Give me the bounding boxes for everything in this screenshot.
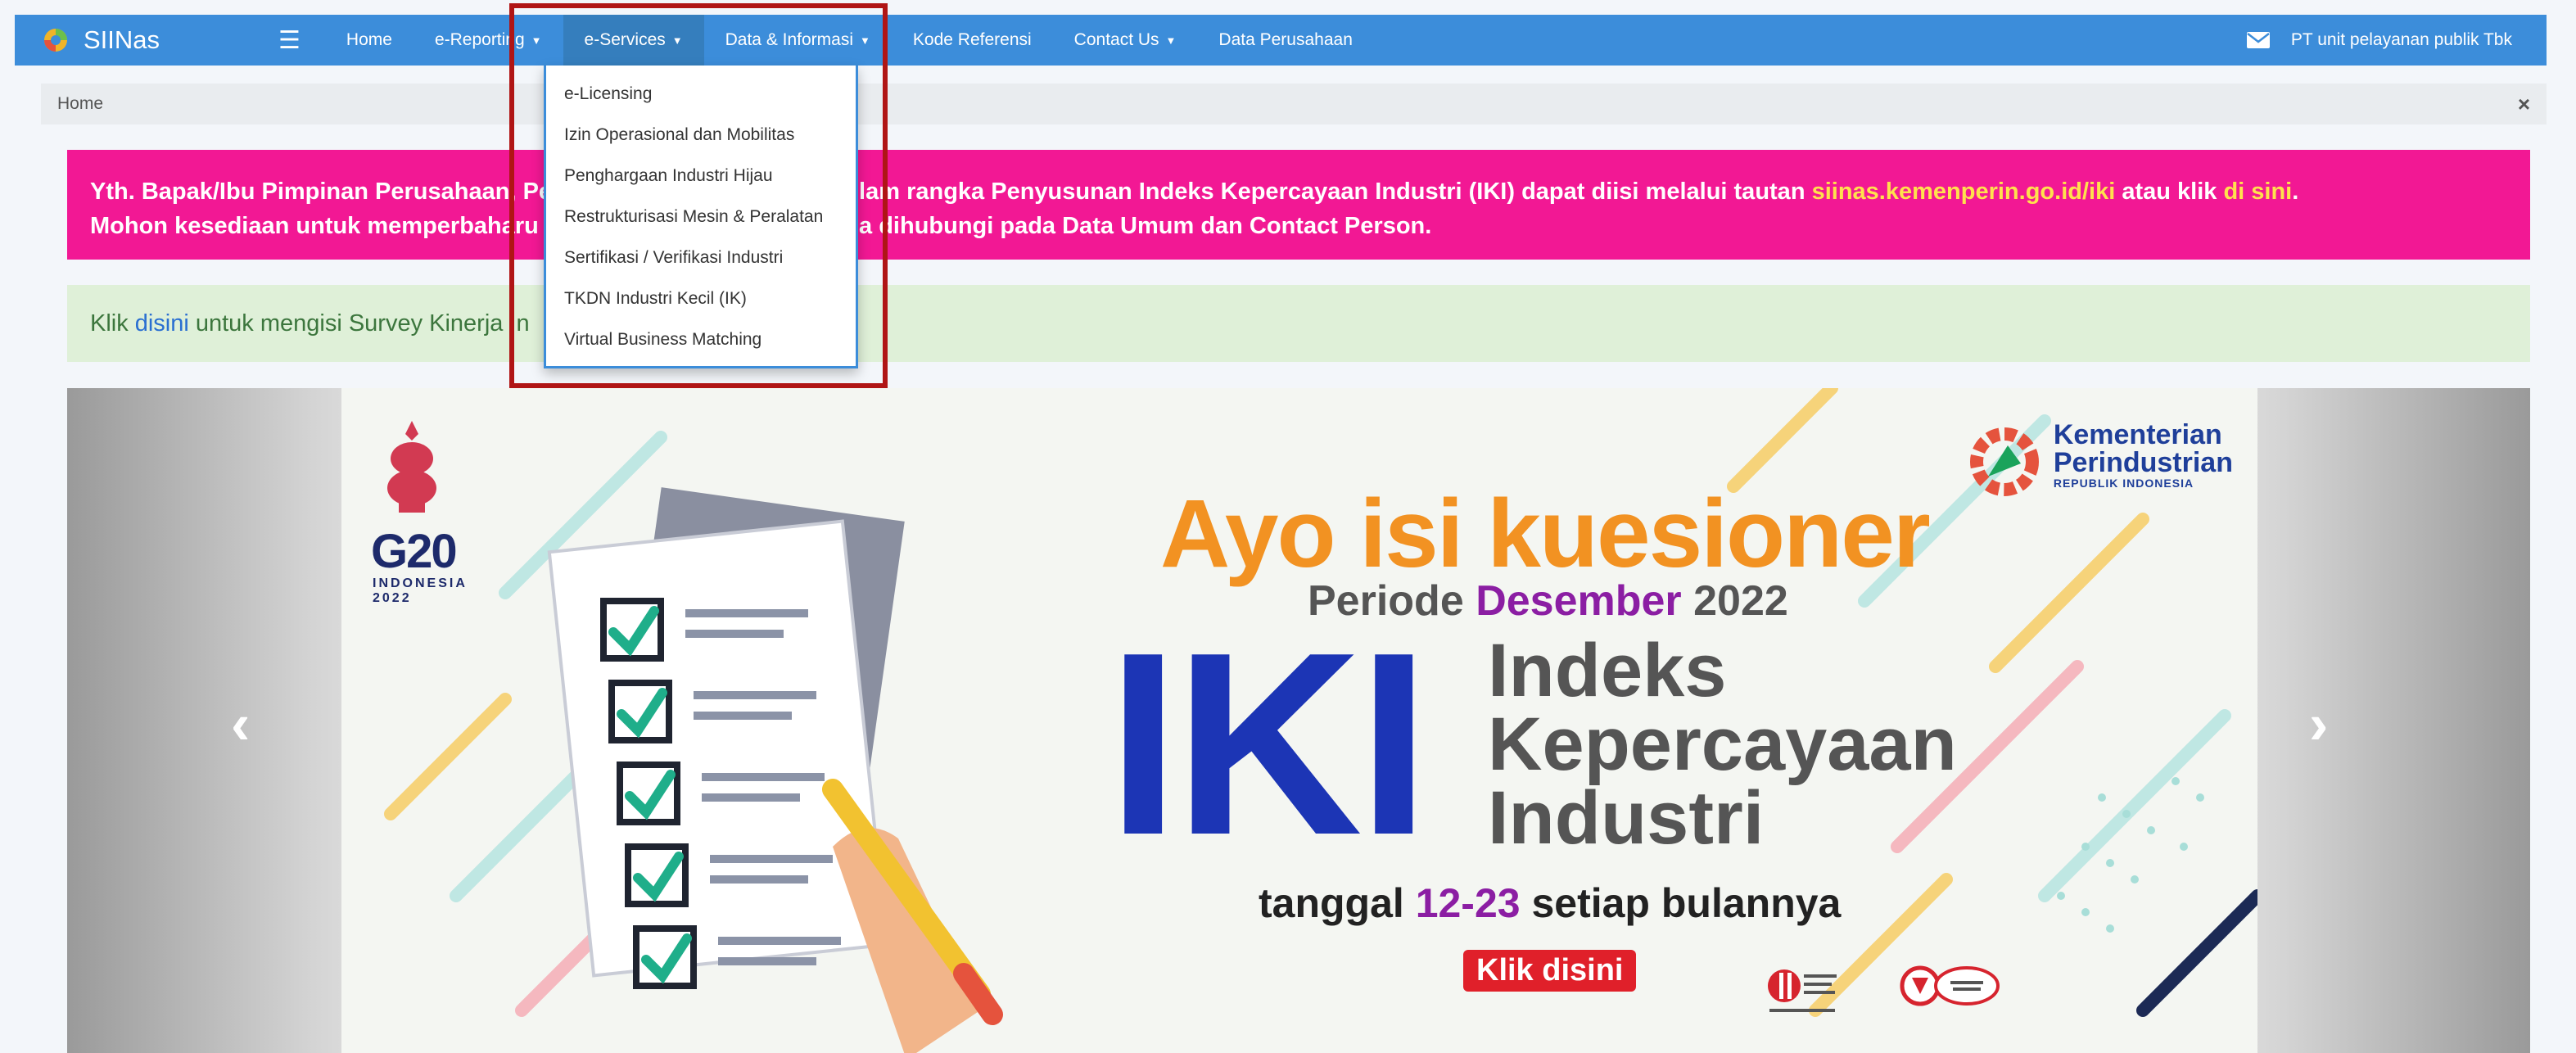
alert-text: atau klik xyxy=(2115,179,2224,205)
nav-data-perusahaan-label: Data Perusahaan xyxy=(1218,30,1353,49)
envelope-icon[interactable] xyxy=(2246,32,2270,48)
g20-title: G20 xyxy=(371,525,458,578)
klik-disini-button[interactable]: Klik disini xyxy=(1463,950,1637,992)
kemen-line-2: Perindustrian xyxy=(2053,447,2233,478)
g20-country: INDONESIA xyxy=(373,576,468,590)
gear-icon xyxy=(1969,427,2039,496)
hamburger-icon[interactable]: ☰ xyxy=(278,26,301,55)
nav-e-services[interactable]: e-Services ▼ xyxy=(563,15,704,66)
nav-data-perusahaan[interactable]: Data Perusahaan xyxy=(1197,15,1373,66)
dropdown-item-e-licensing[interactable]: e-Licensing xyxy=(546,74,856,115)
close-icon[interactable]: × xyxy=(2518,92,2530,117)
alert-text: sa dihubungi pada Data Umum dan Contact … xyxy=(845,213,1432,239)
caret-down-icon: ▼ xyxy=(860,34,870,47)
brand-title: SIINas xyxy=(84,25,160,54)
di-sini-link[interactable]: di sini xyxy=(2223,179,2292,205)
alert-line-1: Yth. Bapak/Ibu Pimpinan Perusahaan, Pe la… xyxy=(90,174,2507,209)
siin-logo-icon xyxy=(1768,969,1837,1012)
breadcrumb-home[interactable]: Home xyxy=(57,94,103,114)
periode-year: 2022 xyxy=(1681,577,1788,625)
nav-contact-us[interactable]: Contact Us ▼ xyxy=(1053,15,1198,66)
carousel-prev-button[interactable]: ‹ xyxy=(231,691,250,757)
survey-alert: Klik disini untuk mengisi Survey Kinerja… xyxy=(67,285,2530,362)
siinas-logo-icon xyxy=(44,29,67,52)
iki-word-2: Kepercayaan xyxy=(1488,703,1957,786)
kemen-line-1: Kementerian xyxy=(2053,419,2222,450)
nav-e-reporting[interactable]: e-Reporting ▼ xyxy=(414,15,563,66)
alert-text: lam rangka Penyusunan Indeks Kepercayaan… xyxy=(859,179,1812,205)
navbar: SIINas ☰ Home e-Reporting ▼ e-Services ▼… xyxy=(15,15,2547,66)
alert-text: . xyxy=(2292,179,2299,205)
breadcrumb: Home × xyxy=(41,84,2547,124)
nav-kode-referensi-label: Kode Referensi xyxy=(912,30,1032,49)
iki-acronym: IKI xyxy=(1107,599,1430,889)
survey-suffix: untuk mengisi Survey Kinerja In xyxy=(195,310,530,337)
top-strip xyxy=(0,0,2576,15)
dropdown-item-virtual-business-matching[interactable]: Virtual Business Matching xyxy=(546,319,856,360)
nav-right: PT unit pelayanan publik Tbk xyxy=(2246,30,2512,50)
dropdown-item-sertifikasi-verifikasi[interactable]: Sertifikasi / Verifikasi Industri xyxy=(546,237,856,278)
nav-e-services-label: e-Services xyxy=(584,30,666,49)
alert-line-2: Mohon kesediaan untuk memperbaharu sa dih… xyxy=(90,209,2507,243)
nav-data-informasi-label: Data & Informasi xyxy=(725,30,854,49)
iki-word-3: Industri xyxy=(1488,776,1765,860)
nav-data-informasi[interactable]: Data & Informasi ▼ xyxy=(704,15,892,66)
e-services-dropdown: e-Licensing Izin Operasional dan Mobilit… xyxy=(544,66,858,368)
g20-year: 2022 xyxy=(373,591,412,605)
alert-text: Yth. Bapak/Ibu Pimpinan Perusahaan, Pe xyxy=(90,179,553,205)
brand[interactable]: SIINas xyxy=(43,25,237,55)
caret-down-icon: ▼ xyxy=(1165,34,1177,47)
periode-month: Desember xyxy=(1476,577,1682,625)
nav-e-reporting-label: e-Reporting xyxy=(434,30,525,49)
iki-word-1: Indeks xyxy=(1488,629,1727,712)
iki-announcement-alert: Yth. Bapak/Ibu Pimpinan Perusahaan, Pe la… xyxy=(67,150,2530,260)
tanggal-suffix: setiap bulannya xyxy=(1520,880,1842,926)
iki-banner-image[interactable]: G20 INDONESIA 2022 Kementerian Perindust… xyxy=(341,388,2257,1053)
tanggal-prefix: tanggal xyxy=(1259,880,1416,926)
kemenperin-logo: Kementerian Perindustrian REPUBLIK INDON… xyxy=(1964,421,2233,503)
caret-down-icon: ▼ xyxy=(671,34,683,47)
nav-contact-us-label: Contact Us xyxy=(1073,30,1159,49)
dropdown-item-izin-operasional[interactable]: Izin Operasional dan Mobilitas xyxy=(546,115,856,156)
g20-logo: G20 INDONESIA 2022 xyxy=(371,418,502,614)
dropdown-item-restrukturisasi-mesin[interactable]: Restrukturisasi Mesin & Peralatan xyxy=(546,197,856,237)
banner-tanggal: tanggal 12-23 setiap bulannya xyxy=(1259,879,1841,927)
caret-down-icon: ▼ xyxy=(531,34,542,47)
dropdown-item-tkdn-industri-kecil[interactable]: TKDN Industri Kecil (IK) xyxy=(546,278,856,319)
nav-home-label: Home xyxy=(346,30,392,49)
nav-kode-referensi[interactable]: Kode Referensi xyxy=(892,15,1053,66)
alert-text: Mohon kesediaan untuk memperbaharu xyxy=(90,213,539,239)
banner-carousel: G20 INDONESIA 2022 Kementerian Perindust… xyxy=(67,388,2530,1053)
iki-words: Indeks Kepercayaan Industri xyxy=(1488,629,1957,860)
tanggal-range: 12-23 xyxy=(1415,880,1521,926)
user-company-name[interactable]: PT unit pelayanan publik Tbk xyxy=(2291,30,2512,50)
survey-prefix: Klik xyxy=(90,310,129,337)
dropdown-item-penghargaan-industri-hijau[interactable]: Penghargaan Industri Hijau xyxy=(546,156,856,197)
banner-headline: Ayo isi kuesioner xyxy=(1160,480,1931,588)
iso-certification-icon xyxy=(1900,965,2000,1006)
nav-home[interactable]: Home xyxy=(325,15,414,66)
carousel-next-button[interactable]: › xyxy=(2309,691,2328,757)
g20-emblem-icon xyxy=(387,421,436,513)
iki-link[interactable]: siinas.kemenperin.go.id/iki xyxy=(1812,179,2116,205)
questionnaire-illustration xyxy=(547,487,1003,1053)
survey-link[interactable]: disini xyxy=(135,310,189,337)
kemen-line-3: REPUBLIK INDONESIA xyxy=(2053,477,2194,490)
kemenperin-text: Kementerian Perindustrian REPUBLIK INDON… xyxy=(2054,421,2233,490)
